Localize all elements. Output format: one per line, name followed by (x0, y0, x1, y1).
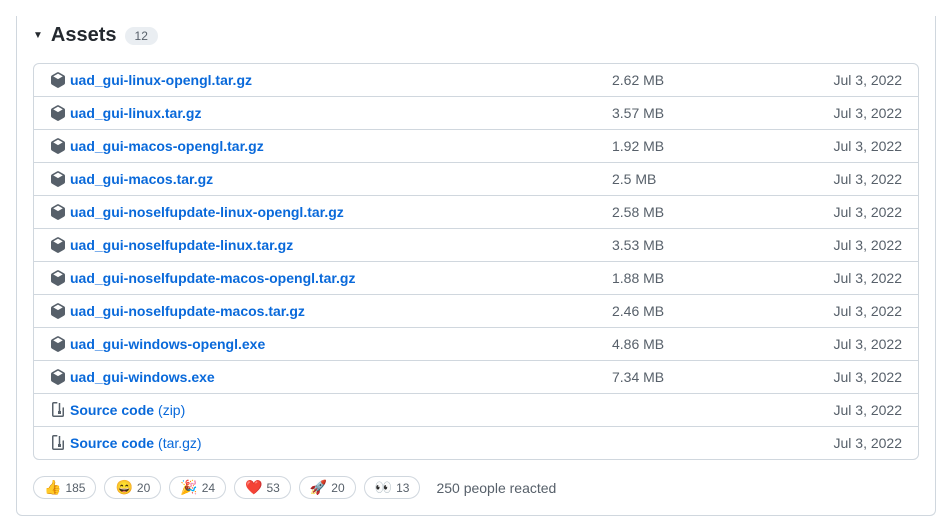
reaction-button[interactable]: 🚀 20 (299, 476, 356, 499)
asset-date: Jul 3, 2022 (812, 336, 902, 352)
asset-name-label: uad_gui-macos-opengl.tar.gz (70, 138, 264, 154)
package-icon (50, 204, 66, 220)
reaction-emoji: 🎉 (180, 479, 197, 496)
reaction-count: 185 (65, 481, 85, 495)
asset-size: 1.92 MB (612, 138, 812, 154)
asset-link[interactable]: uad_gui-noselfupdate-macos-opengl.tar.gz (50, 270, 612, 286)
reaction-count: 20 (137, 481, 150, 495)
file-zip-icon (50, 402, 66, 418)
package-icon (50, 270, 66, 286)
asset-row: uad_gui-macos-opengl.tar.gz 1.92 MBJul 3,… (34, 130, 918, 163)
asset-size: 2.5 MB (612, 171, 812, 187)
asset-name-label: uad_gui-linux-opengl.tar.gz (70, 72, 252, 88)
package-icon (50, 72, 66, 88)
asset-name-label: uad_gui-windows-opengl.exe (70, 336, 265, 352)
reaction-count: 13 (396, 481, 409, 495)
asset-link[interactable]: Source code (zip) (50, 402, 612, 418)
asset-row: uad_gui-linux-opengl.tar.gz 2.62 MBJul 3,… (34, 64, 918, 97)
reaction-count: 53 (267, 481, 280, 495)
release-assets-container: ▼ Assets 12 uad_gui-linux-opengl.tar.gz 2… (16, 16, 936, 516)
asset-row: uad_gui-windows-opengl.exe 4.86 MBJul 3, … (34, 328, 918, 361)
package-icon (50, 105, 66, 121)
assets-count-badge: 12 (125, 27, 158, 45)
asset-name-label: uad_gui-noselfupdate-macos.tar.gz (70, 303, 305, 319)
asset-name-label: Source code (70, 435, 154, 451)
asset-row: uad_gui-noselfupdate-linux-opengl.tar.gz… (34, 196, 918, 229)
asset-row: uad_gui-noselfupdate-macos.tar.gz 2.46 MB… (34, 295, 918, 328)
assets-header-toggle[interactable]: ▼ Assets 12 (33, 16, 919, 63)
asset-link[interactable]: uad_gui-macos.tar.gz (50, 171, 612, 187)
reaction-emoji: 👍 (44, 479, 61, 496)
reaction-button[interactable]: ❤️ 53 (234, 476, 291, 499)
asset-date: Jul 3, 2022 (812, 105, 902, 121)
package-icon (50, 237, 66, 253)
asset-size: 2.46 MB (612, 303, 812, 319)
asset-link[interactable]: uad_gui-windows.exe (50, 369, 612, 385)
file-zip-icon (50, 435, 66, 451)
asset-row: uad_gui-linux.tar.gz 3.57 MBJul 3, 2022 (34, 97, 918, 130)
assets-table: uad_gui-linux-opengl.tar.gz2.62 MBJul 3,… (33, 63, 919, 460)
caret-down-icon: ▼ (33, 30, 43, 41)
asset-link[interactable]: uad_gui-windows-opengl.exe (50, 336, 612, 352)
asset-name-label: uad_gui-linux.tar.gz (70, 105, 201, 121)
asset-row: uad_gui-windows.exe 7.34 MBJul 3, 2022 (34, 361, 918, 394)
asset-row: Source code (zip) Jul 3, 2022 (34, 394, 918, 427)
reaction-button[interactable]: 🎉 24 (169, 476, 226, 499)
asset-date: Jul 3, 2022 (812, 204, 902, 220)
asset-name-suffix: (tar.gz) (158, 435, 202, 451)
asset-row: uad_gui-macos.tar.gz 2.5 MBJul 3, 2022 (34, 163, 918, 196)
asset-size: 3.57 MB (612, 105, 812, 121)
asset-date: Jul 3, 2022 (812, 138, 902, 154)
asset-date: Jul 3, 2022 (812, 237, 902, 253)
asset-date: Jul 3, 2022 (812, 72, 902, 88)
reaction-emoji: 🚀 (310, 479, 327, 496)
asset-link[interactable]: uad_gui-noselfupdate-linux.tar.gz (50, 237, 612, 253)
asset-link[interactable]: uad_gui-linux.tar.gz (50, 105, 612, 121)
reaction-count: 24 (202, 481, 215, 495)
asset-name-label: uad_gui-noselfupdate-linux.tar.gz (70, 237, 293, 253)
reaction-button[interactable]: 👀 13 (364, 476, 421, 499)
asset-date: Jul 3, 2022 (812, 435, 902, 451)
reactions-bar: 👍 185 😄 20 🎉 24 ❤️ 53 🚀 20 👀 13 250 people reacted (33, 476, 919, 499)
asset-name-label: uad_gui-macos.tar.gz (70, 171, 213, 187)
asset-link[interactable]: uad_gui-macos-opengl.tar.gz (50, 138, 612, 154)
asset-link[interactable]: uad_gui-noselfupdate-linux-opengl.tar.gz (50, 204, 612, 220)
asset-date: Jul 3, 2022 (812, 171, 902, 187)
package-icon (50, 303, 66, 319)
reaction-button[interactable]: 😄 20 (104, 476, 161, 499)
asset-size: 3.53 MB (612, 237, 812, 253)
asset-name-label: uad_gui-windows.exe (70, 369, 215, 385)
asset-size: 2.58 MB (612, 204, 812, 220)
asset-size: 4.86 MB (612, 336, 812, 352)
asset-link[interactable]: uad_gui-linux-opengl.tar.gz (50, 72, 612, 88)
asset-row: Source code (tar.gz) Jul 3, 2022 (34, 427, 918, 459)
asset-link[interactable]: Source code (tar.gz) (50, 435, 612, 451)
package-icon (50, 171, 66, 187)
reaction-emoji: 👀 (375, 479, 392, 496)
asset-size: 7.34 MB (612, 369, 812, 385)
reaction-summary: 250 people reacted (436, 480, 556, 496)
asset-date: Jul 3, 2022 (812, 303, 902, 319)
asset-name-suffix: (zip) (158, 402, 185, 418)
asset-date: Jul 3, 2022 (812, 270, 902, 286)
asset-row: uad_gui-noselfupdate-linux.tar.gz 3.53 MB… (34, 229, 918, 262)
asset-link[interactable]: uad_gui-noselfupdate-macos.tar.gz (50, 303, 612, 319)
package-icon (50, 336, 66, 352)
asset-name-label: Source code (70, 402, 154, 418)
asset-date: Jul 3, 2022 (812, 369, 902, 385)
assets-title: Assets (51, 24, 117, 47)
reaction-emoji: 😄 (115, 479, 132, 496)
asset-name-label: uad_gui-noselfupdate-linux-opengl.tar.gz (70, 204, 344, 220)
package-icon (50, 369, 66, 385)
asset-name-label: uad_gui-noselfupdate-macos-opengl.tar.gz (70, 270, 355, 286)
asset-date: Jul 3, 2022 (812, 402, 902, 418)
asset-size: 1.88 MB (612, 270, 812, 286)
reaction-count: 20 (331, 481, 344, 495)
reaction-button[interactable]: 👍 185 (33, 476, 96, 499)
asset-size: 2.62 MB (612, 72, 812, 88)
reaction-emoji: ❤️ (245, 479, 262, 496)
asset-row: uad_gui-noselfupdate-macos-opengl.tar.gz… (34, 262, 918, 295)
package-icon (50, 138, 66, 154)
